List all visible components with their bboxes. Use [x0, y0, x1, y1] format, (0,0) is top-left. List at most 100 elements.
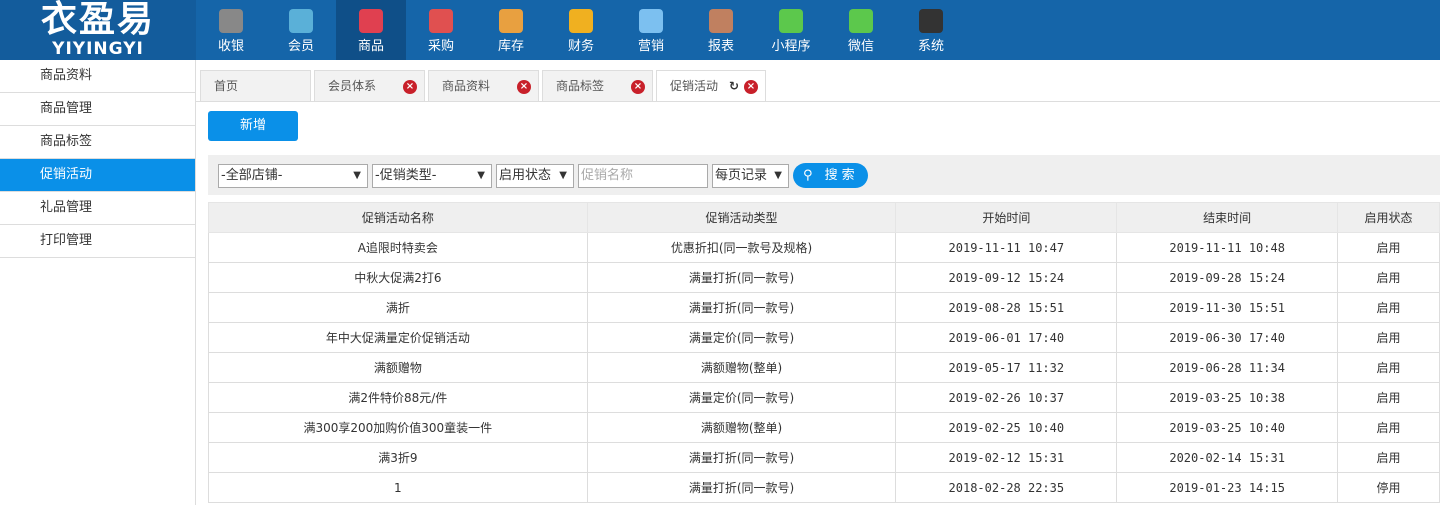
tab-label: 促销活动 — [670, 79, 719, 93]
table-cell: 启用 — [1337, 292, 1440, 323]
table-cell: 2018-02-28 22:35 — [895, 472, 1118, 503]
add-button[interactable]: 新增 — [208, 111, 298, 141]
close-icon[interactable]: × — [631, 80, 645, 94]
table-row[interactable]: 1 满量打折(同一款号) 2018-02-28 22:35 2019-01-23 14… — [208, 472, 1440, 503]
nav-label: 营销 — [637, 39, 664, 54]
promo-name-input[interactable]: 促销名称 — [578, 164, 708, 188]
close-icon[interactable]: × — [403, 80, 417, 94]
tab-item[interactable]: 促销活动 ↻ × — [656, 70, 766, 102]
sidebar-item[interactable]: 礼品管理 — [0, 192, 195, 225]
table-cell: 满量定价(同一款号) — [586, 322, 897, 353]
table-cell: 2019-11-11 10:48 — [1116, 232, 1339, 263]
promo-type-select[interactable]: -促销类型- ▼ — [372, 164, 492, 188]
table-row[interactable]: 满额赠物 满额赠物(整单) 2019-05-17 11:32 2019-06-28 1… — [208, 352, 1440, 383]
logo: 衣盈易 YIYINGYI — [0, 0, 196, 60]
sidebar-item[interactable]: 商品管理 — [0, 93, 195, 126]
table-cell: 启用 — [1337, 382, 1440, 413]
table-cell: 启用 — [1337, 352, 1440, 383]
table-row[interactable]: 满2件特价88元/件 满量定价(同一款号) 2019-02-26 10:37 2019… — [208, 382, 1440, 413]
dropdown-arrow-icon: ▼ — [559, 170, 567, 181]
sidebar-item[interactable]: 促销活动 — [0, 159, 195, 192]
logo-text: 衣盈易 — [40, 0, 155, 40]
table-cell: 启用 — [1337, 322, 1440, 353]
table-row[interactable]: 满300享200加购价值300童装一件 满额赠物(整单) 2019-02-25 10… — [208, 412, 1440, 443]
nav-item-6[interactable]: 营销 — [616, 0, 686, 60]
tab-divider — [196, 101, 1440, 102]
nav-item-9[interactable]: 微信 — [826, 0, 896, 60]
table-cell: 满额赠物 — [208, 352, 588, 383]
nav-item-4[interactable]: 库存 — [476, 0, 546, 60]
table-cell: 满量打折(同一款号) — [586, 442, 897, 473]
refresh-icon[interactable]: ↻ — [729, 71, 739, 101]
table-cell: 中秋大促满2打6 — [208, 262, 588, 293]
nav-item-3[interactable]: 采购 — [406, 0, 476, 60]
table-row[interactable]: 中秋大促满2打6 满量打折(同一款号) 2019-09-12 15:24 2019-0… — [208, 262, 1440, 293]
page-size-value: 每页记录 — [715, 168, 768, 183]
tab-item[interactable]: 会员体系 × — [314, 70, 425, 101]
close-icon[interactable]: × — [517, 80, 531, 94]
table-cell: 满300享200加购价值300童装一件 — [208, 412, 588, 443]
nav-label: 报表 — [707, 39, 734, 54]
nav-icon — [919, 9, 943, 33]
nav-item-5[interactable]: 财务 — [546, 0, 616, 60]
dropdown-arrow-icon: ▼ — [477, 170, 485, 181]
status-select[interactable]: 启用状态 ▼ — [496, 164, 574, 188]
nav-item-2[interactable]: 商品 — [336, 0, 406, 60]
dropdown-arrow-icon: ▼ — [353, 170, 361, 181]
nav-item-0[interactable]: 收银 — [196, 0, 266, 60]
table-cell: 2019-11-11 10:47 — [895, 232, 1118, 263]
table-row[interactable]: 满3折9 满量打折(同一款号) 2019-02-12 15:31 2020-02-14… — [208, 442, 1440, 473]
column-header: 开始时间 — [895, 202, 1118, 233]
table-cell: 启用 — [1337, 232, 1440, 263]
close-icon[interactable]: × — [744, 80, 758, 94]
search-label: 搜索 — [824, 168, 859, 183]
sidebar-item[interactable]: 商品标签 — [0, 126, 195, 159]
nav-label: 收银 — [217, 39, 244, 54]
table-cell: 启用 — [1337, 442, 1440, 473]
nav-icon — [639, 9, 663, 33]
table-cell: 2019-02-26 10:37 — [895, 382, 1118, 413]
table-cell: 2020-02-14 15:31 — [1116, 442, 1339, 473]
column-header: 启用状态 — [1337, 202, 1440, 233]
nav-label: 库存 — [497, 39, 524, 54]
table-cell: 满量打折(同一款号) — [586, 292, 897, 323]
table-cell: 优惠折扣(同一款号及规格) — [586, 232, 897, 263]
table-cell: 2019-06-30 17:40 — [1116, 322, 1339, 353]
table-cell: 满2件特价88元/件 — [208, 382, 588, 413]
nav-item-1[interactable]: 会员 — [266, 0, 336, 60]
sidebar-item[interactable]: 打印管理 — [0, 225, 195, 258]
table-cell: 满3折9 — [208, 442, 588, 473]
table-cell: 2019-05-17 11:32 — [895, 352, 1118, 383]
nav-item-10[interactable]: 系统 — [896, 0, 966, 60]
page-size-select[interactable]: 每页记录 ▼ — [712, 164, 789, 188]
nav-label: 财务 — [567, 39, 594, 54]
top-header: 衣盈易 YIYINGYI 收银 会员 商品 采购 库存 财务 营销 报表 小程序 微信 系统 — [0, 0, 1440, 60]
store-select[interactable]: -全部店铺- ▼ — [218, 164, 368, 188]
nav-icon — [359, 9, 383, 33]
tab-item[interactable]: 首页 — [200, 70, 311, 101]
tab-label: 会员体系 — [328, 79, 377, 93]
table-cell: 2019-03-25 10:40 — [1116, 412, 1339, 443]
table-cell: 2019-09-12 15:24 — [895, 262, 1118, 293]
table-cell: 2019-08-28 15:51 — [895, 292, 1118, 323]
table-row[interactable]: 满折 满量打折(同一款号) 2019-08-28 15:51 2019-11-30 1… — [208, 292, 1440, 323]
nav-label: 会员 — [287, 39, 314, 54]
store-select-value: -全部店铺- — [221, 168, 283, 183]
nav-icon — [779, 9, 803, 33]
table-row[interactable]: A追限时特卖会 优惠折扣(同一款号及规格) 2019-11-11 10:47 2019… — [208, 232, 1440, 263]
nav-icon — [709, 9, 733, 33]
nav-item-8[interactable]: 小程序 — [756, 0, 826, 60]
table-cell: 满折 — [208, 292, 588, 323]
table-cell: 1 — [208, 472, 588, 503]
nav-icon — [569, 9, 593, 33]
table-header-row: 促销活动名称 促销活动类型 开始时间 结束时间 启用状态 — [208, 202, 1440, 233]
table-row[interactable]: 年中大促满量定价促销活动 满量定价(同一款号) 2019-06-01 17:40 20… — [208, 322, 1440, 353]
sidebar-item[interactable]: 商品资料 — [0, 60, 195, 93]
table-cell: A追限时特卖会 — [208, 232, 588, 263]
filter-bar: -全部店铺- ▼ -促销类型- ▼ 启用状态 ▼ 促销名称 每页记录 ▼ ⚲ 搜索 — [208, 155, 1440, 195]
tab-item[interactable]: 商品标签 × — [542, 70, 653, 101]
tab-item[interactable]: 商品资料 × — [428, 70, 539, 101]
nav-label: 微信 — [847, 39, 874, 54]
search-button[interactable]: ⚲ 搜索 — [793, 163, 868, 188]
nav-item-7[interactable]: 报表 — [686, 0, 756, 60]
